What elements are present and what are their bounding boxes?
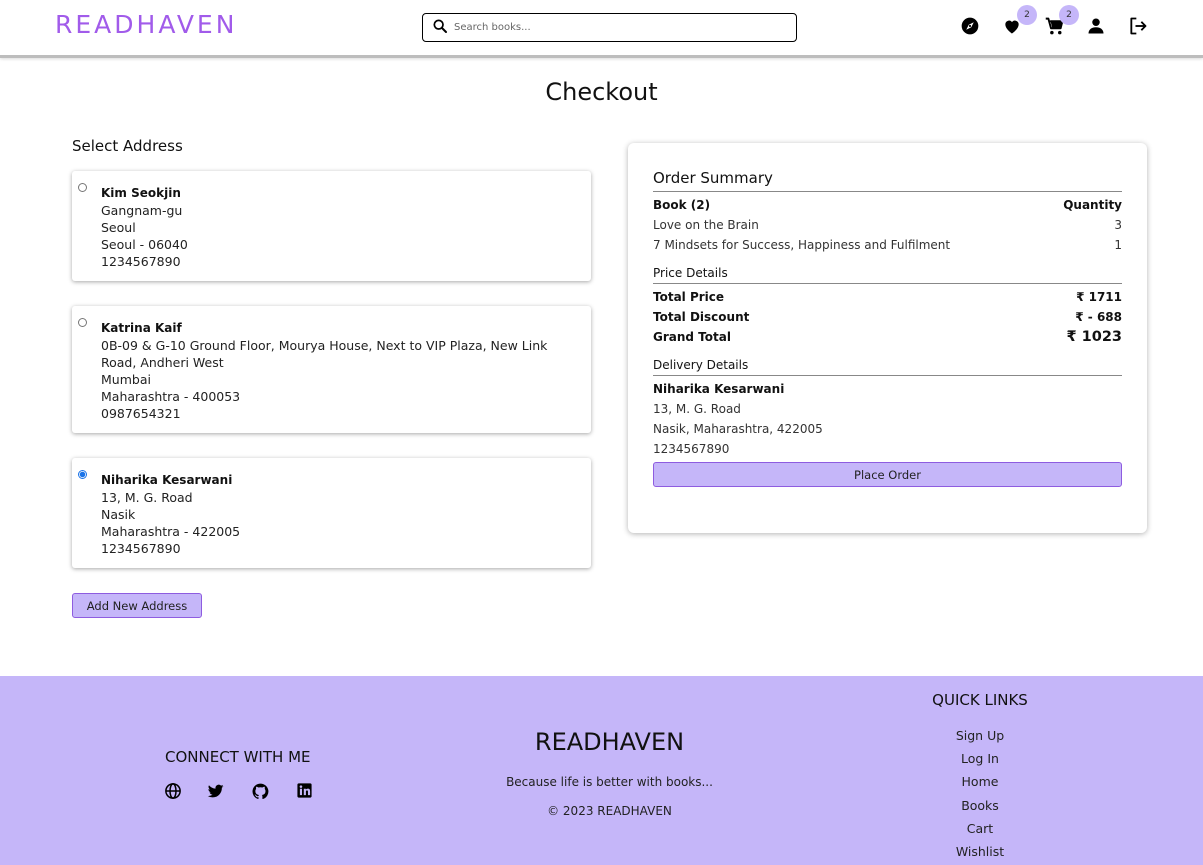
- delivery-city: Nasik, Maharashtra, 422005: [653, 419, 1122, 439]
- quick-link-cart[interactable]: Cart: [880, 817, 1080, 840]
- address-line: Nasik: [101, 507, 136, 522]
- summary-item-row: Love on the Brain 3: [653, 215, 1122, 235]
- total-discount-value: ₹ - 688: [1075, 310, 1122, 324]
- order-summary-title: Order Summary: [653, 169, 1122, 192]
- add-new-address-button[interactable]: Add New Address: [72, 593, 202, 618]
- address-card[interactable]: Katrina Kaif 0B-09 & G-10 Ground Floor, …: [72, 306, 591, 433]
- explore-icon[interactable]: [959, 15, 981, 37]
- grand-total-row: Grand Total ₹ 1023: [653, 327, 1122, 347]
- address-line: Seoul - 06040: [101, 237, 188, 252]
- address-line: Maharashtra - 422005: [101, 524, 241, 539]
- site-logo[interactable]: READHAVEN: [55, 10, 237, 39]
- grand-total-label: Grand Total: [653, 330, 731, 344]
- quick-link-books[interactable]: Books: [880, 794, 1080, 817]
- address-phone: 0987654321: [101, 406, 181, 421]
- quick-links-list: Sign Up Log In Home Books Cart Wishlist: [880, 724, 1080, 863]
- item-title: 7 Mindsets for Success, Happiness and Fu…: [653, 238, 951, 252]
- select-address-heading: Select Address: [72, 137, 183, 155]
- logout-icon[interactable]: [1127, 15, 1149, 37]
- address-card[interactable]: Niharika Kesarwani 13, M. G. Road Nasik …: [72, 458, 591, 568]
- total-price-row: Total Price ₹ 1711: [653, 287, 1122, 307]
- address-line: Maharashtra - 400053: [101, 389, 241, 404]
- search-bar[interactable]: [422, 13, 797, 42]
- top-navbar: READHAVEN 2 2: [0, 0, 1203, 58]
- place-order-button[interactable]: Place Order: [653, 462, 1122, 487]
- quick-link-home[interactable]: Home: [880, 770, 1080, 793]
- delivery-street-text: 13, M. G. Road: [653, 402, 741, 416]
- address-radio[interactable]: [78, 318, 87, 327]
- quantity-header: Quantity: [1063, 198, 1122, 212]
- address-card[interactable]: Kim Seokjin Gangnam-gu Seoul Seoul - 060…: [72, 171, 591, 281]
- delivery-street: 13, M. G. Road: [653, 399, 1122, 419]
- user-icon[interactable]: [1085, 15, 1107, 37]
- address-line: 0B-09 & G-10 Ground Floor, Mourya House,…: [101, 338, 548, 370]
- address-line: Mumbai: [101, 372, 151, 387]
- delivery-name-text: Niharika Kesarwani: [653, 382, 785, 396]
- address-name: Kim Seokjin: [101, 186, 181, 200]
- order-summary-card: Order Summary Book (2) Quantity Love on …: [628, 143, 1147, 533]
- address-name: Katrina Kaif: [101, 321, 182, 335]
- book-count-header: Book (2): [653, 198, 711, 212]
- address-name: Niharika Kesarwani: [101, 473, 233, 487]
- total-discount-label: Total Discount: [653, 310, 750, 324]
- address-radio-selected[interactable]: [78, 470, 87, 479]
- summary-header-row: Book (2) Quantity: [653, 195, 1122, 215]
- delivery-city-text: Nasik, Maharashtra, 422005: [653, 422, 823, 436]
- address-phone: 1234567890: [101, 254, 181, 269]
- item-title: Love on the Brain: [653, 218, 759, 232]
- page-title: Checkout: [545, 78, 658, 106]
- delivery-details-heading: Delivery Details: [653, 357, 1122, 376]
- delivery-name: Niharika Kesarwani: [653, 379, 1122, 399]
- delivery-phone: 1234567890: [653, 439, 1122, 459]
- address-line: Gangnam-gu: [101, 203, 183, 218]
- grand-total-value: ₹ 1023: [1066, 329, 1123, 345]
- delivery-phone-text: 1234567890: [653, 442, 730, 456]
- total-discount-row: Total Discount ₹ - 688: [653, 307, 1122, 327]
- cart-count-badge: 2: [1059, 5, 1079, 25]
- summary-item-row: 7 Mindsets for Success, Happiness and Fu…: [653, 235, 1122, 255]
- wishlist-count-badge: 2: [1017, 5, 1037, 25]
- address-radio[interactable]: [78, 183, 87, 192]
- address-line: Seoul: [101, 220, 136, 235]
- address-line: 13, M. G. Road: [101, 490, 193, 505]
- address-phone: 1234567890: [101, 541, 181, 556]
- price-details-heading: Price Details: [653, 265, 1122, 284]
- quick-link-signup[interactable]: Sign Up: [880, 724, 1080, 747]
- search-input[interactable]: [454, 22, 774, 33]
- total-price-value: ₹ 1711: [1076, 290, 1122, 304]
- total-price-label: Total Price: [653, 290, 725, 304]
- item-quantity: 1: [1114, 238, 1122, 252]
- quick-links-heading: QUICK LINKS: [932, 691, 1028, 709]
- quick-link-wishlist[interactable]: Wishlist: [880, 840, 1080, 863]
- search-icon: [432, 18, 448, 38]
- item-quantity: 3: [1114, 218, 1122, 232]
- footer: CONNECT WITH ME READHAVEN Because life i…: [0, 676, 1203, 865]
- quick-link-login[interactable]: Log In: [880, 747, 1080, 770]
